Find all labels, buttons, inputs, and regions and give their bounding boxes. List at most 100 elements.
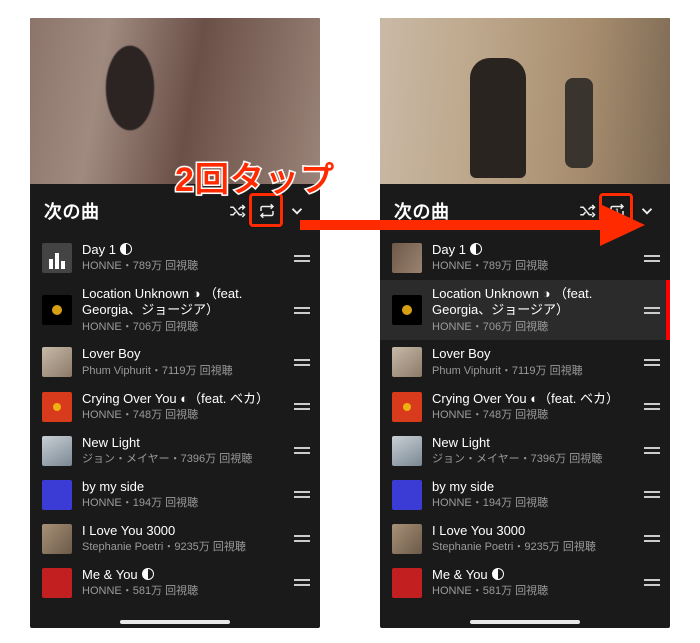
track-title: Lover Boy [82, 346, 282, 362]
track-title: Location Unknown ◑ （feat. Georgia、ジョージア） [432, 286, 632, 319]
track-thumbnail [42, 392, 72, 422]
track-subtitle: HONNE・789万 回視聴 [432, 259, 632, 274]
track-thumbnail [392, 480, 422, 510]
drag-handle-icon[interactable] [292, 535, 312, 542]
drag-handle-icon[interactable] [292, 307, 312, 314]
drag-handle-icon[interactable] [642, 579, 662, 586]
drag-handle-icon[interactable] [642, 491, 662, 498]
shuffle-icon[interactable] [224, 198, 250, 224]
annotation-arrow [300, 210, 645, 240]
track-thumbnail [42, 347, 72, 377]
track-title: Me & You [82, 567, 282, 583]
track-thumbnail [42, 524, 72, 554]
track-row[interactable]: by my sideHONNE・194万 回視聴 [30, 473, 320, 517]
track-row[interactable]: Location Unknown ◑ （feat. Georgia、ジョージア）… [30, 280, 320, 340]
track-row[interactable]: Day 1HONNE・789万 回視聴 [30, 236, 320, 280]
track-subtitle: Phum Viphurit・7119万 回視聴 [432, 364, 632, 379]
track-info: by my sideHONNE・194万 回視聴 [82, 479, 282, 511]
track-row[interactable]: I Love You 3000Stephanie Poetri・9235万 回視… [380, 517, 670, 561]
track-info: Location Unknown ◑ （feat. Georgia、ジョージア）… [82, 286, 282, 334]
track-thumbnail [392, 568, 422, 598]
track-row[interactable]: Me & YouHONNE・581万 回視聴 [30, 561, 320, 605]
track-subtitle: HONNE・748万 回視聴 [82, 408, 282, 423]
video-player[interactable] [380, 18, 670, 184]
track-title: Lover Boy [432, 346, 632, 362]
drag-handle-icon[interactable] [642, 447, 662, 454]
track-subtitle: HONNE・789万 回視聴 [82, 259, 282, 274]
track-subtitle: HONNE・748万 回視聴 [432, 408, 632, 423]
track-row[interactable]: I Love You 3000Stephanie Poetri・9235万 回視… [30, 517, 320, 561]
track-thumbnail [392, 295, 422, 325]
track-row[interactable]: New Lightジョン・メイヤー・7396万 回視聴 [30, 429, 320, 473]
track-title: by my side [432, 479, 632, 495]
track-subtitle: ジョン・メイヤー・7396万 回視聴 [82, 452, 282, 467]
track-subtitle: HONNE・706万 回視聴 [82, 320, 282, 335]
track-thumbnail [392, 243, 422, 273]
track-subtitle: HONNE・194万 回視聴 [82, 496, 282, 511]
track-title: by my side [82, 479, 282, 495]
drag-handle-icon[interactable] [292, 579, 312, 586]
track-thumbnail [42, 480, 72, 510]
track-title: New Light [82, 435, 282, 451]
drag-handle-icon[interactable] [292, 359, 312, 366]
drag-handle-icon[interactable] [642, 403, 662, 410]
drag-handle-icon[interactable] [642, 535, 662, 542]
track-subtitle: Stephanie Poetri・9235万 回視聴 [82, 540, 282, 555]
track-title: I Love You 3000 [432, 523, 632, 539]
track-info: I Love You 3000Stephanie Poetri・9235万 回視… [432, 523, 632, 555]
track-info: I Love You 3000Stephanie Poetri・9235万 回視… [82, 523, 282, 555]
drag-handle-icon[interactable] [292, 403, 312, 410]
drag-handle-icon[interactable] [292, 447, 312, 454]
track-row[interactable]: New Lightジョン・メイヤー・7396万 回視聴 [380, 429, 670, 473]
track-info: Location Unknown ◑ （feat. Georgia、ジョージア）… [432, 286, 632, 334]
track-info: Me & YouHONNE・581万 回視聴 [432, 567, 632, 599]
track-subtitle: HONNE・581万 回視聴 [82, 584, 282, 599]
track-subtitle: HONNE・194万 回視聴 [432, 496, 632, 511]
track-info: Lover Boy Phum Viphurit・7119万 回視聴 [432, 346, 632, 378]
track-thumbnail [392, 524, 422, 554]
track-info: Crying Over You ◐（feat. ベカ）HONNE・748万 回視… [82, 391, 282, 423]
annotation-label: 2回タップ [175, 152, 335, 201]
track-row[interactable]: Crying Over You ◐（feat. ベカ）HONNE・748万 回視… [30, 385, 320, 429]
track-info: Day 1HONNE・789万 回視聴 [82, 242, 282, 274]
repeat-icon[interactable] [254, 198, 280, 224]
drag-handle-icon[interactable] [642, 359, 662, 366]
track-info: Lover Boy Phum Viphurit・7119万 回視聴 [82, 346, 282, 378]
track-subtitle: Stephanie Poetri・9235万 回視聴 [432, 540, 632, 555]
drag-handle-icon[interactable] [292, 491, 312, 498]
track-title: Crying Over You ◐（feat. ベカ） [82, 391, 282, 407]
track-info: Me & YouHONNE・581万 回視聴 [82, 567, 282, 599]
phone-left: 次の曲 Day 1HONNE・789万 回視聴 Location Unknown … [30, 18, 320, 628]
track-list: Day 1HONNE・789万 回視聴 Location Unknown ◑ （f… [30, 236, 320, 605]
track-info: Crying Over You ◐（feat. ベカ）HONNE・748万 回視… [432, 391, 632, 423]
drag-handle-icon[interactable] [642, 307, 662, 314]
home-indicator[interactable] [470, 620, 580, 624]
drag-handle-icon[interactable] [642, 255, 662, 262]
track-row[interactable]: Location Unknown ◑ （feat. Georgia、ジョージア）… [380, 280, 670, 340]
track-thumbnail [392, 436, 422, 466]
track-title: Me & You [432, 567, 632, 583]
track-row[interactable]: Me & YouHONNE・581万 回視聴 [380, 561, 670, 605]
track-title: Location Unknown ◑ （feat. Georgia、ジョージア） [82, 286, 282, 319]
drag-handle-icon[interactable] [292, 255, 312, 262]
track-info: New Lightジョン・メイヤー・7396万 回視聴 [432, 435, 632, 467]
track-title: Day 1 [82, 242, 282, 258]
track-row[interactable]: Lover Boy Phum Viphurit・7119万 回視聴 [380, 340, 670, 384]
track-row[interactable]: Lover Boy Phum Viphurit・7119万 回視聴 [30, 340, 320, 384]
track-subtitle: Phum Viphurit・7119万 回視聴 [82, 364, 282, 379]
track-row[interactable]: by my sideHONNE・194万 回視聴 [380, 473, 670, 517]
track-info: by my sideHONNE・194万 回視聴 [432, 479, 632, 511]
track-thumbnail [392, 392, 422, 422]
queue-title: 次の曲 [44, 198, 220, 224]
track-row[interactable]: Crying Over You ◐（feat. ベカ）HONNE・748万 回視… [380, 385, 670, 429]
track-thumbnail [42, 568, 72, 598]
home-indicator[interactable] [120, 620, 230, 624]
track-thumbnail [42, 295, 72, 325]
track-info: New Lightジョン・メイヤー・7396万 回視聴 [82, 435, 282, 467]
track-thumbnail [392, 347, 422, 377]
track-thumbnail [42, 436, 72, 466]
track-title: New Light [432, 435, 632, 451]
track-list: Day 1HONNE・789万 回視聴 Location Unknown ◑ （f… [380, 236, 670, 605]
now-playing-equalizer-icon [42, 243, 72, 273]
track-info: Day 1HONNE・789万 回視聴 [432, 242, 632, 274]
